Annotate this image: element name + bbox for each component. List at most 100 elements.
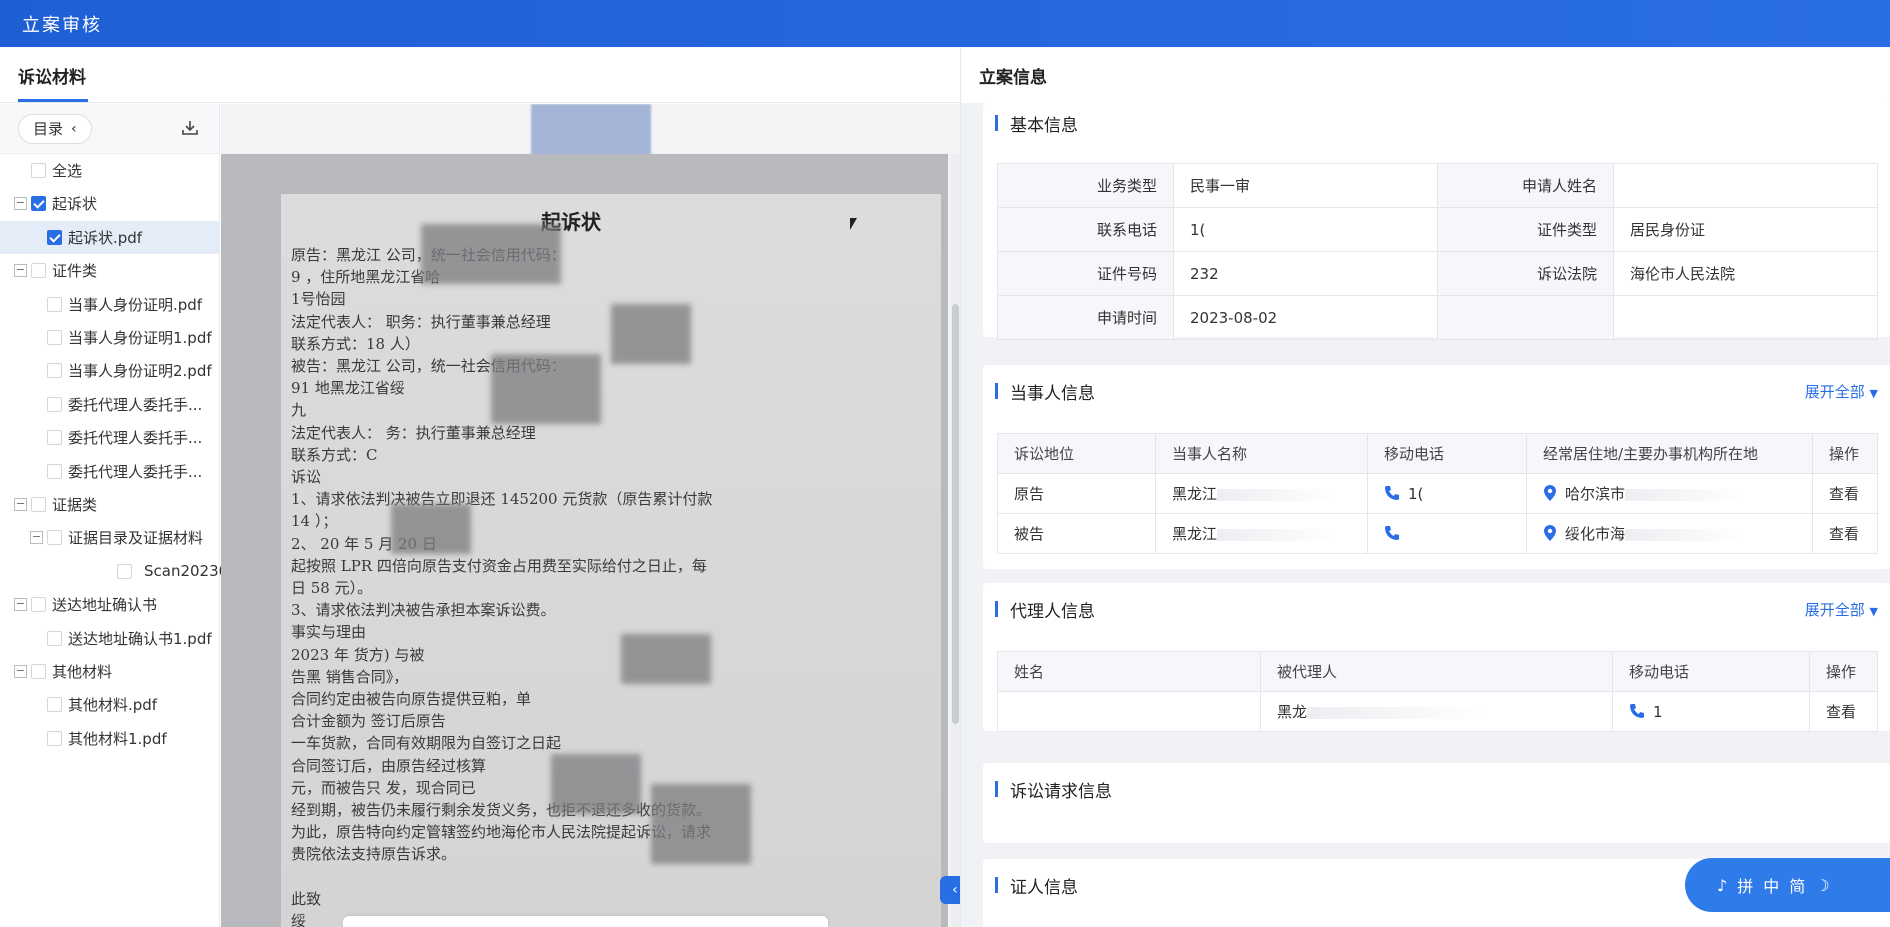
tab-active-indicator (18, 99, 88, 102)
tree-item[interactable]: 委托代理人委托手... (0, 455, 220, 488)
tree-checkbox[interactable] (47, 730, 62, 746)
toc-toggle-button[interactable]: 目录 ‹ (18, 113, 92, 144)
tree-checkbox[interactable] (31, 497, 46, 512)
basic-info-row: 证件号码 232 诉讼法院 海伦市人民法院 (997, 251, 1878, 296)
tree-item-label: 其他材料.pdf (68, 696, 158, 715)
tree-item-label: 当事人身份证明.pdf (68, 295, 203, 314)
collapse-icon[interactable]: − (14, 197, 27, 211)
location-pin-icon (1544, 485, 1556, 501)
tree-item[interactable]: 送达地址确认书1.pdf (0, 622, 220, 655)
collapse-icon[interactable]: − (14, 498, 27, 511)
tree-checkbox[interactable] (47, 463, 62, 479)
field-value (1613, 163, 1878, 208)
document-line: 14 ）； (291, 512, 338, 531)
cell-text: 哈尔滨市 (1565, 485, 1626, 503)
cell-text: 绥化市海 (1565, 525, 1626, 543)
column-header: 操作 (1812, 433, 1878, 474)
document-line: 绥 (291, 912, 307, 927)
field-label: 申请时间 (997, 295, 1174, 340)
party-expand-all-link[interactable]: 展开全部 ▼ (1805, 381, 1878, 402)
field-value: 民事一审 (1173, 163, 1438, 208)
tree-item-label: 当事人身份证明2.pdf (68, 362, 212, 381)
ime-chinese[interactable]: 中 (1763, 873, 1779, 897)
tree-item[interactable]: − 起诉状 (0, 187, 220, 220)
tree-item[interactable]: − 证据目录及证据材料 (0, 521, 220, 554)
party-name-link[interactable]: 黑龙江 (1155, 513, 1368, 554)
view-button[interactable]: 查看 (1812, 473, 1878, 514)
tree-item[interactable]: 当事人身份证明1.pdf (0, 321, 220, 354)
agent-expand-all-link[interactable]: 展开全部 ▼ (1805, 599, 1878, 620)
tree-item[interactable]: Scan2023080... (0, 555, 262, 588)
tree-checkbox[interactable] (47, 296, 62, 312)
cell-text: 查看 (1829, 525, 1860, 543)
tab-materials[interactable]: 诉讼材料 (18, 63, 86, 88)
tree-item[interactable]: 当事人身份证明.pdf (0, 288, 220, 321)
tree-checkbox[interactable] (47, 330, 62, 345)
tree-checkbox[interactable] (31, 664, 46, 679)
ime-pinyin[interactable]: 拼 (1737, 873, 1753, 897)
tree-item-label: 送达地址确认书 (52, 596, 158, 615)
party-name-link[interactable]: 黑龙江 (1155, 473, 1368, 514)
column-header: 移动电话 (1612, 651, 1810, 692)
tree-checkbox[interactable] (47, 396, 62, 412)
tree-item[interactable]: 起诉状.pdf (0, 220, 220, 254)
collapse-icon[interactable]: − (14, 665, 27, 678)
phone-icon (1630, 703, 1644, 718)
tree-checkbox[interactable] (47, 630, 62, 646)
download-icon[interactable] (180, 118, 200, 138)
column-header: 操作 (1809, 651, 1878, 692)
collapse-icon[interactable]: − (14, 598, 27, 612)
case-info-header: 立案信息 (961, 47, 1890, 103)
document-line: 经到期，被告仍未履行剩余发货义务，也拒不退还多收的货款。 (291, 801, 712, 819)
tree-item[interactable]: 委托代理人委托手... (0, 421, 220, 454)
ime-toolbar[interactable]: ♪ 拼 中 简 ☽ (1685, 858, 1890, 912)
tree-checkbox[interactable] (47, 530, 62, 546)
moon-icon[interactable]: ☽ (1815, 876, 1829, 895)
collapse-icon[interactable]: − (30, 531, 43, 545)
document-line: 日 58 元）。 (291, 579, 373, 597)
table-row: 被告 黑龙江 绥化市海 查看 (997, 513, 1878, 554)
cell-text: 原告 (1014, 485, 1045, 503)
agent-phone: 1 (1612, 691, 1810, 732)
field-label: 诉讼法院 (1437, 251, 1614, 296)
voice-icon[interactable]: ♪ (1717, 876, 1727, 895)
view-button[interactable]: 查看 (1812, 513, 1878, 554)
ime-simplified[interactable]: 简 (1789, 873, 1805, 897)
viewer-scrollbar-thumb[interactable] (952, 304, 959, 724)
collapse-icon[interactable]: − (14, 264, 27, 278)
tree-item[interactable]: 其他材料.pdf (0, 688, 220, 721)
view-button[interactable]: 查看 (1809, 691, 1878, 732)
party-phone: 1( (1367, 473, 1527, 514)
tree-item-label: 证据目录及证据材料 (68, 529, 204, 548)
tree-item[interactable]: − 证件类 (0, 254, 220, 287)
caret-down-icon: ▼ (1869, 605, 1878, 618)
tree-item[interactable]: 当事人身份证明2.pdf (0, 354, 220, 387)
document-line: 起按照 LPR 四倍向原告支付资金占用费至实际给付之日止，每 (291, 556, 707, 575)
tree-checkbox[interactable] (31, 263, 46, 279)
tree-item[interactable]: 委托代理人委托手... (0, 388, 220, 421)
cell-text: 黑龙江 (1172, 485, 1218, 503)
field-value: 居民身份证 (1613, 207, 1878, 252)
tree-checkbox[interactable] (47, 697, 62, 713)
tree-checkbox[interactable] (31, 163, 46, 178)
document-line: 贵院依法支持原告诉求。 (291, 845, 457, 864)
tree-item[interactable]: − 证据类 (0, 488, 220, 521)
field-label: 联系电话 (997, 207, 1174, 252)
tree-checkbox[interactable] (31, 196, 46, 212)
tree-item-label: 当事人身份证明1.pdf (68, 329, 212, 347)
tree-checkbox[interactable] (47, 229, 62, 245)
document-line: 法定代表人： 职务：执行董事兼总经理 (291, 312, 551, 331)
column-header: 姓名 (997, 651, 1261, 692)
document-line: 为此，原告特向约定管辖签约地海伦市人民法院提起诉讼，请求 (291, 823, 712, 842)
tree-checkbox[interactable] (47, 363, 62, 379)
tree-checkbox[interactable] (117, 563, 132, 579)
tree-item[interactable]: − 送达地址确认书 (0, 588, 220, 621)
tree-item[interactable]: 全选 (0, 154, 220, 187)
tree-checkbox[interactable] (31, 597, 46, 613)
agent-principal: 黑龙 (1260, 691, 1613, 732)
cell-text: 1( (1408, 484, 1424, 503)
document-line: 联系方式：18 人） (291, 334, 420, 353)
tree-checkbox[interactable] (47, 430, 62, 446)
tree-item[interactable]: 其他材料1.pdf (0, 722, 220, 755)
tree-item[interactable]: − 其他材料 (0, 655, 220, 688)
